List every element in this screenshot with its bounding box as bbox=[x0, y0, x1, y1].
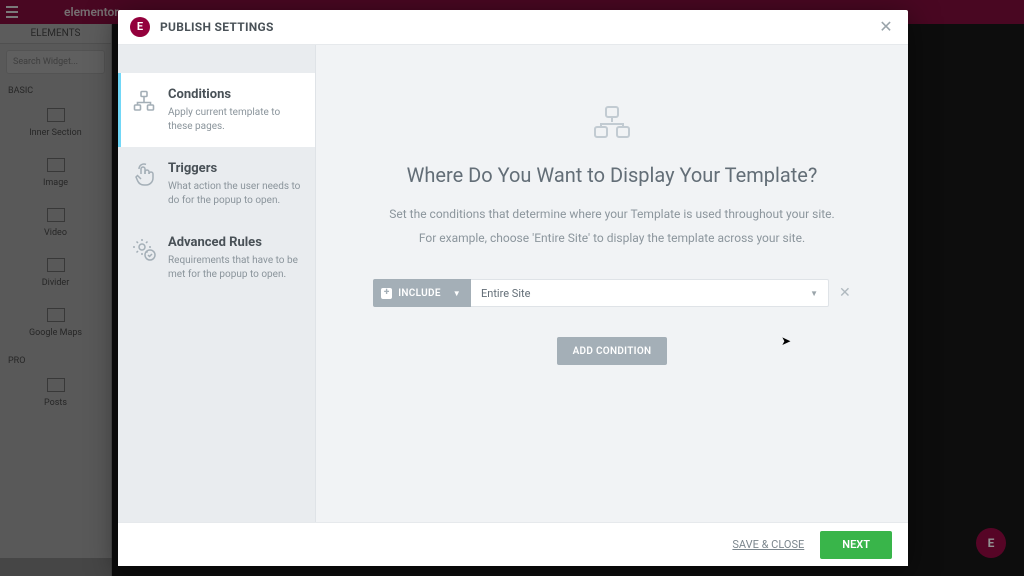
widget-image[interactable]: Image bbox=[0, 150, 111, 200]
widget-label: Inner Section bbox=[29, 128, 82, 138]
include-label: INCLUDE bbox=[398, 288, 441, 299]
editor-left-panel: ELEMENTS Search Widget... BASIC Inner Se… bbox=[0, 24, 112, 576]
sitemap-large-icon bbox=[592, 105, 632, 143]
sidebar-item-title: Triggers bbox=[168, 161, 301, 176]
sidebar-item-triggers[interactable]: Triggers What action the user needs to d… bbox=[118, 147, 315, 221]
modal-sidebar: Conditions Apply current template to the… bbox=[118, 45, 316, 522]
widget-label: Image bbox=[43, 178, 68, 188]
modal-main: Where Do You Want to Display Your Templa… bbox=[316, 45, 908, 522]
condition-row: + INCLUDE ▼ Entire Site ▼ ✕ bbox=[373, 279, 850, 307]
editor-bottombar bbox=[0, 558, 112, 576]
plus-icon: + bbox=[381, 288, 392, 299]
editor-tab-elements[interactable]: ELEMENTS bbox=[0, 24, 111, 44]
sidebar-item-title: Conditions bbox=[168, 87, 301, 102]
widget-posts[interactable]: Posts bbox=[0, 370, 111, 420]
publish-settings-modal: E PUBLISH SETTINGS ✕ Conditions Apply cu… bbox=[118, 10, 908, 566]
widget-label: Divider bbox=[42, 278, 70, 288]
add-condition-button[interactable]: ADD CONDITION bbox=[557, 337, 668, 365]
sidebar-item-desc: Apply current template to these pages. bbox=[168, 106, 301, 133]
tap-icon bbox=[132, 163, 156, 187]
chevron-down-icon: ▼ bbox=[453, 289, 461, 298]
condition-scope-select[interactable]: Entire Site ▼ bbox=[471, 279, 829, 307]
remove-condition-icon[interactable]: ✕ bbox=[839, 285, 851, 301]
elementor-fab-icon[interactable]: E bbox=[976, 528, 1006, 558]
gear-check-icon bbox=[132, 237, 156, 261]
widget-divider[interactable]: Divider bbox=[0, 250, 111, 300]
editor-search-input[interactable]: Search Widget... bbox=[6, 50, 105, 74]
hamburger-icon[interactable] bbox=[0, 0, 24, 24]
condition-include-toggle[interactable]: + INCLUDE ▼ bbox=[373, 279, 471, 307]
sidebar-item-conditions[interactable]: Conditions Apply current template to the… bbox=[118, 73, 315, 147]
next-button[interactable]: NEXT bbox=[820, 531, 892, 559]
condition-scope-value: Entire Site bbox=[481, 287, 530, 300]
main-sub2: For example, choose 'Entire Site' to dis… bbox=[419, 229, 805, 247]
modal-footer: SAVE & CLOSE NEXT bbox=[118, 522, 908, 566]
save-and-close-link[interactable]: SAVE & CLOSE bbox=[732, 538, 804, 551]
modal-body: Conditions Apply current template to the… bbox=[118, 44, 908, 522]
widget-google-maps[interactable]: Google Maps bbox=[0, 300, 111, 350]
sidebar-item-desc: Requirements that have to be met for the… bbox=[168, 254, 301, 281]
widget-label: Video bbox=[44, 228, 67, 238]
main-sub1: Set the conditions that determine where … bbox=[389, 205, 834, 223]
mouse-cursor-icon: ➤ bbox=[781, 334, 791, 348]
sidebar-item-title: Advanced Rules bbox=[168, 235, 301, 250]
modal-title: PUBLISH SETTINGS bbox=[160, 20, 274, 34]
sidebar-item-advanced-rules[interactable]: Advanced Rules Requirements that have to… bbox=[118, 221, 315, 295]
chevron-down-icon: ▼ bbox=[810, 289, 818, 298]
section-label-pro: PRO bbox=[0, 350, 111, 370]
sidebar-item-desc: What action the user needs to do for the… bbox=[168, 180, 301, 207]
widget-label: Posts bbox=[44, 398, 67, 408]
widget-inner-section[interactable]: Inner Section bbox=[0, 100, 111, 150]
widget-label: Google Maps bbox=[29, 328, 82, 338]
widget-video[interactable]: Video bbox=[0, 200, 111, 250]
section-label-basic: BASIC bbox=[0, 80, 111, 100]
editor-brand: elementor bbox=[64, 5, 119, 19]
main-heading: Where Do You Want to Display Your Templa… bbox=[407, 163, 818, 187]
elementor-logo-icon: E bbox=[130, 17, 150, 37]
close-icon[interactable]: ✕ bbox=[876, 17, 896, 37]
sitemap-icon bbox=[132, 89, 156, 113]
modal-header: E PUBLISH SETTINGS ✕ bbox=[118, 10, 908, 44]
